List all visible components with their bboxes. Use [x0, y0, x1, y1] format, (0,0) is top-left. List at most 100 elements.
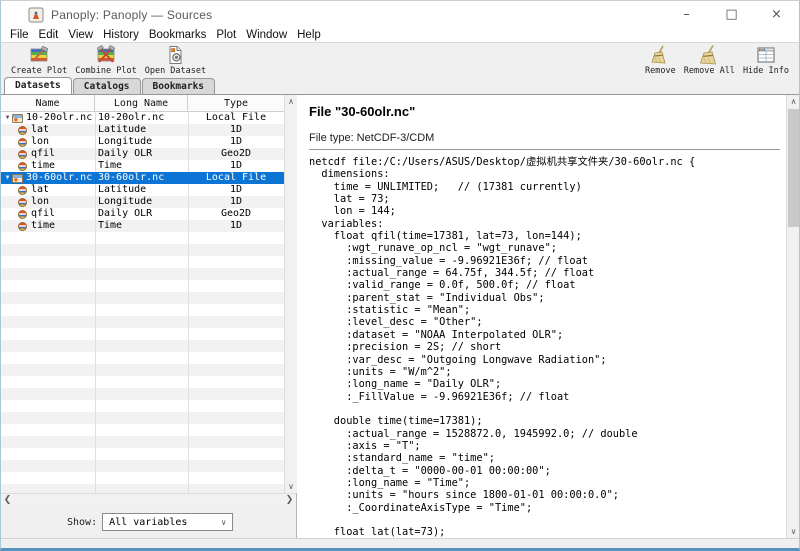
info-body: File "30-60olr.nc" File type: NetCDF-3/C… [297, 95, 786, 538]
table-vertical-scrollbar[interactable]: ∧ ∨ [284, 95, 297, 493]
column-header-name[interactable]: Name [1, 95, 95, 111]
row-type: Geo2D [188, 148, 284, 160]
table-row[interactable]: qfil Daily OLR Geo2D [1, 208, 284, 220]
chevron-down-icon[interactable]: ∨ [285, 480, 298, 493]
chevron-down-icon[interactable]: ∨ [787, 525, 800, 538]
row-name: qfil [31, 208, 55, 220]
create-plot-icon [27, 44, 51, 66]
menu-file[interactable]: File [5, 28, 34, 42]
menu-window[interactable]: Window [241, 28, 292, 42]
remove-all-button[interactable]: Remove All [680, 44, 739, 77]
hide-info-icon [754, 44, 778, 66]
menu-history[interactable]: History [98, 28, 144, 42]
row-type: 1D [188, 160, 284, 172]
row-long-name: Time [95, 160, 188, 172]
datasets-pane: Name Long Name Type ▼ 10-20olr.nc [1, 95, 297, 538]
status-bar [1, 538, 799, 548]
row-name: 10-20olr.nc [26, 112, 92, 124]
tab-datasets[interactable]: Datasets [4, 77, 72, 94]
chevron-right-icon[interactable]: ❯ [283, 494, 296, 507]
row-name: time [31, 160, 55, 172]
info-vertical-scrollbar[interactable]: ∧ ∨ [786, 95, 799, 538]
hide-info-button[interactable]: Hide Info [739, 44, 793, 77]
menu-bookmarks[interactable]: Bookmarks [144, 28, 212, 42]
table-row[interactable]: lat Latitude 1D [1, 184, 284, 196]
variable-icon [18, 198, 27, 207]
expand-triangle-icon[interactable]: ▼ [3, 172, 12, 184]
row-long-name: Daily OLR [95, 208, 188, 220]
source-tabs: Datasets Catalogs Bookmarks [1, 77, 799, 94]
row-name: lon [31, 196, 49, 208]
variable-icon [18, 186, 27, 195]
row-type: 1D [188, 136, 284, 148]
open-dataset-icon [163, 44, 187, 66]
show-label: Show: [67, 517, 97, 528]
main-content: Name Long Name Type ▼ 10-20olr.nc [1, 94, 799, 538]
tab-catalogs[interactable]: Catalogs [73, 78, 141, 94]
table-horizontal-scrollbar[interactable]: ❮ ❯ [1, 493, 296, 506]
row-name: 30-60olr.nc [26, 172, 92, 184]
panoply-sources-window: Panoply: Panoply — Sources – □ × File Ed… [0, 0, 800, 551]
close-icon[interactable]: × [754, 1, 799, 28]
title-bar: Panoply: Panoply — Sources – □ × [1, 1, 799, 28]
chevron-up-icon[interactable]: ∧ [285, 95, 298, 108]
table-row[interactable]: lon Longitude 1D [1, 136, 284, 148]
variable-icon [18, 126, 27, 135]
remove-button[interactable]: Remove [641, 44, 680, 77]
variable-icon [18, 150, 27, 159]
expand-triangle-icon[interactable]: ▼ [3, 112, 12, 124]
show-variables-value: All variables [109, 517, 187, 528]
row-type: Local File [188, 172, 284, 184]
table-row[interactable]: ▼ 10-20olr.nc 10-20olr.nc Local File [1, 112, 284, 124]
chevron-up-icon[interactable]: ∧ [787, 95, 800, 108]
row-type: 1D [188, 124, 284, 136]
table-row[interactable]: lon Longitude 1D [1, 196, 284, 208]
maximize-icon[interactable]: □ [709, 1, 754, 28]
window-title: Panoply: Panoply — Sources [51, 8, 212, 22]
open-dataset-button[interactable]: Open Dataset [141, 44, 210, 77]
row-name: time [31, 220, 55, 232]
info-file-type: File type: NetCDF-3/CDM [309, 132, 780, 144]
toolbar-label: Open Dataset [145, 66, 206, 76]
toolbar: Create Plot Combine Plot [1, 42, 799, 77]
info-file-title: File "30-60olr.nc" [309, 104, 780, 119]
table-header: Name Long Name Type [1, 95, 284, 112]
table-row-selected[interactable]: ▼ 30-60olr.nc 30-60olr.nc Local File [1, 172, 284, 184]
row-type: Local File [188, 112, 284, 124]
dataset-file-icon [12, 174, 23, 183]
toolbar-label: Combine Plot [75, 66, 136, 76]
toolbar-label: Remove All [684, 66, 735, 76]
table-row[interactable]: time Time 1D [1, 160, 284, 172]
table-body: ▼ 10-20olr.nc 10-20olr.nc Local File lat… [1, 112, 284, 493]
table-row[interactable]: time Time 1D [1, 220, 284, 232]
scrollbar-thumb[interactable] [788, 109, 799, 227]
show-variables-select[interactable]: All variables ∨ [102, 513, 233, 531]
row-long-name: Longitude [95, 136, 188, 148]
column-header-long-name[interactable]: Long Name [95, 95, 188, 111]
table-row[interactable]: qfil Daily OLR Geo2D [1, 148, 284, 160]
netcdf-cdl-text: netcdf file:/C:/Users/ASUS/Desktop/虚拟机共享… [309, 156, 780, 538]
minimize-icon[interactable]: – [664, 1, 709, 28]
menu-plot[interactable]: Plot [211, 28, 241, 42]
variable-icon [18, 162, 27, 171]
panoply-app-icon [28, 7, 44, 23]
variable-icon [18, 210, 27, 219]
datasets-table: Name Long Name Type ▼ 10-20olr.nc [1, 95, 284, 493]
info-pane: File "30-60olr.nc" File type: NetCDF-3/C… [297, 95, 799, 538]
tab-bookmarks[interactable]: Bookmarks [142, 78, 215, 94]
row-name: lat [31, 124, 49, 136]
variable-icon [18, 138, 27, 147]
remove-all-broom-icon [697, 44, 721, 66]
column-header-type[interactable]: Type [188, 95, 284, 111]
row-long-name: Time [95, 220, 188, 232]
table-row[interactable]: lat Latitude 1D [1, 124, 284, 136]
create-plot-button[interactable]: Create Plot [7, 44, 71, 77]
menu-view[interactable]: View [63, 28, 98, 42]
menu-help[interactable]: Help [292, 28, 326, 42]
menu-edit[interactable]: Edit [34, 28, 64, 42]
combine-plot-icon [94, 44, 118, 66]
menu-bar: File Edit View History Bookmarks Plot Wi… [1, 28, 799, 42]
chevron-left-icon[interactable]: ❮ [1, 494, 14, 507]
combine-plot-button[interactable]: Combine Plot [71, 44, 140, 77]
toolbar-label: Create Plot [11, 66, 67, 76]
